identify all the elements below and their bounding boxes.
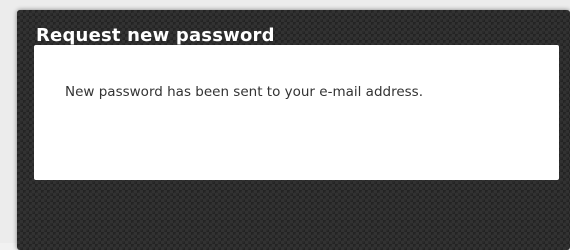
confirmation-message: New password has been sent to your e-mai… [65, 84, 423, 100]
message-box: New password has been sent to your e-mai… [34, 45, 559, 180]
panel-title: Request new password [36, 25, 275, 46]
page-background: Request new password New password has be… [0, 0, 570, 250]
request-password-panel: Request new password New password has be… [17, 10, 570, 250]
